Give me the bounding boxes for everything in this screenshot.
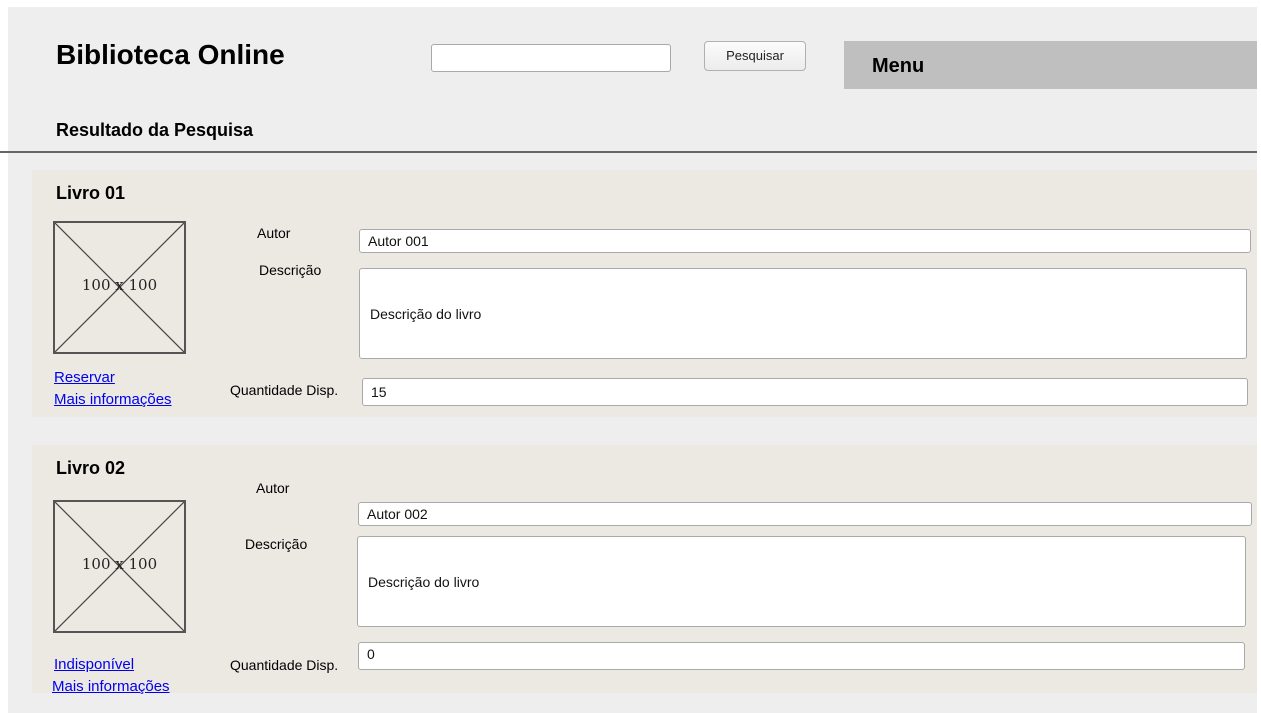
more-info-link[interactable]: Mais informações bbox=[52, 678, 170, 695]
search-button[interactable]: Pesquisar bbox=[704, 41, 806, 71]
results-title: Resultado da Pesquisa bbox=[56, 120, 254, 140]
search-input[interactable] bbox=[431, 44, 671, 72]
description-field[interactable]: Descrição do livro bbox=[359, 268, 1247, 359]
book-thumbnail-placeholder: 100 x 100 bbox=[53, 221, 186, 354]
author-field[interactable]: Autor 001 bbox=[359, 229, 1251, 253]
book-thumbnail-placeholder: 100 x 100 bbox=[53, 500, 186, 633]
author-field[interactable]: Autor 002 bbox=[358, 502, 1252, 526]
page: Biblioteca Online Pesquisar Menu Resulta… bbox=[0, 7, 1257, 713]
book-title: Livro 01 bbox=[56, 183, 126, 203]
thumbnail-size-label: 100 x 100 bbox=[81, 555, 158, 573]
quantity-field[interactable]: 0 bbox=[358, 642, 1245, 670]
menu-bar[interactable]: Menu bbox=[844, 41, 1257, 89]
description-text: Descrição do livro bbox=[368, 573, 480, 590]
reserve-link[interactable]: Reservar bbox=[54, 369, 115, 386]
quantity-label: Quantidade Disp. bbox=[230, 382, 339, 398]
book-title: Livro 02 bbox=[56, 458, 126, 478]
description-label: Descrição bbox=[259, 262, 322, 278]
quantity-label: Quantidade Disp. bbox=[230, 657, 339, 673]
quantity-field[interactable]: 15 bbox=[362, 378, 1248, 406]
thumbnail-size-label: 100 x 100 bbox=[81, 276, 158, 294]
more-info-link[interactable]: Mais informações bbox=[54, 391, 172, 408]
unavailable-link[interactable]: Indisponível bbox=[54, 656, 134, 673]
divider bbox=[0, 151, 1257, 153]
menu-label: Menu bbox=[872, 55, 925, 77]
app-title: Biblioteca Online bbox=[56, 39, 285, 70]
author-label: Autor bbox=[256, 480, 290, 496]
book-card: Livro 01 100 x 100 Reservar Mais informa… bbox=[32, 170, 1257, 417]
description-field[interactable]: Descrição do livro bbox=[357, 536, 1246, 627]
description-label: Descrição bbox=[245, 536, 308, 552]
description-text: Descrição do livro bbox=[370, 305, 482, 322]
book-card: Livro 02 100 x 100 Indisponível Mais inf… bbox=[32, 445, 1257, 695]
author-label: Autor bbox=[257, 225, 291, 241]
